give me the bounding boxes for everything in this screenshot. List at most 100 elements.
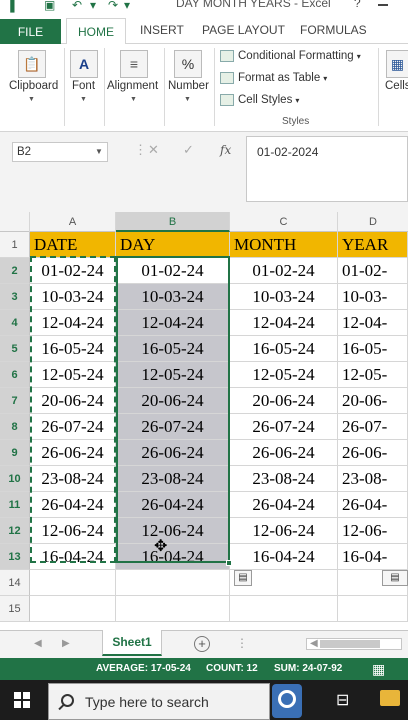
paste-icon[interactable]: 📋 xyxy=(18,50,46,78)
clipboard-group-label[interactable]: Clipboard xyxy=(9,80,58,92)
undo-icon[interactable]: ↶ xyxy=(72,0,82,12)
cell-a12[interactable]: 12-06-24 xyxy=(30,518,116,544)
cells-icon[interactable]: ▦ xyxy=(386,50,408,78)
cell-a8[interactable]: 26-07-24 xyxy=(30,414,116,440)
cell-a9[interactable]: 26-06-24 xyxy=(30,440,116,466)
cells-group-label[interactable]: Cells xyxy=(385,80,408,92)
cell-d6[interactable]: 12-05- xyxy=(338,362,408,388)
redo-icon[interactable]: ↷ xyxy=(108,0,118,12)
add-sheet-button[interactable]: + xyxy=(194,636,210,652)
cell-b1[interactable]: DAY xyxy=(116,232,230,258)
cell-d1[interactable]: YEAR xyxy=(338,232,408,258)
cell-c7[interactable]: 20-06-24 xyxy=(230,388,338,414)
cell-b14[interactable] xyxy=(116,570,230,596)
fill-handle[interactable] xyxy=(226,560,232,566)
undo-dropdown-icon[interactable]: ▾ xyxy=(90,0,96,12)
scroll-left-icon[interactable]: ◀ xyxy=(310,638,318,649)
font-icon[interactable]: A xyxy=(70,50,98,78)
cell-d10[interactable]: 23-08- xyxy=(338,466,408,492)
tab-page-layout[interactable]: PAGE LAYOUT xyxy=(202,23,285,37)
paste-options-icon[interactable]: ▤ xyxy=(234,570,252,586)
cell-a7[interactable]: 20-06-24 xyxy=(30,388,116,414)
tab-insert[interactable]: INSERT xyxy=(140,23,184,37)
name-box[interactable]: B2 xyxy=(12,142,108,162)
row-header-9[interactable]: 9 xyxy=(0,440,30,466)
taskbar-search-box[interactable]: Type here to search xyxy=(48,683,270,720)
conditional-formatting-button[interactable]: Conditional Formatting ▾ xyxy=(220,46,361,66)
row-header-2[interactable]: 2 xyxy=(0,258,30,284)
file-explorer-icon[interactable] xyxy=(380,690,400,706)
row-header-11[interactable]: 11 xyxy=(0,492,30,518)
cell-b9[interactable]: 26-06-24 xyxy=(116,440,230,466)
cell-c9[interactable]: 26-06-24 xyxy=(230,440,338,466)
cell-c12[interactable]: 12-06-24 xyxy=(230,518,338,544)
row-header-15[interactable]: 15 xyxy=(0,596,30,622)
cell-c15[interactable] xyxy=(230,596,338,622)
row-header-6[interactable]: 6 xyxy=(0,362,30,388)
cell-c4[interactable]: 12-04-24 xyxy=(230,310,338,336)
cell-c11[interactable]: 26-04-24 xyxy=(230,492,338,518)
number-group-label[interactable]: Number xyxy=(168,80,209,92)
cell-b13[interactable]: 16-04-24 xyxy=(116,544,230,570)
cell-c8[interactable]: 26-07-24 xyxy=(230,414,338,440)
cell-b10[interactable]: 23-08-24 xyxy=(116,466,230,492)
cell-d2[interactable]: 01-02- xyxy=(338,258,408,284)
quick-analysis-icon[interactable]: ▤ xyxy=(382,570,408,586)
sheet-next-icon[interactable]: ▶ xyxy=(62,638,70,649)
cell-c13[interactable]: 16-04-24 xyxy=(230,544,338,570)
cell-d4[interactable]: 12-04- xyxy=(338,310,408,336)
task-view-icon[interactable]: ⊟ xyxy=(336,690,349,710)
alignment-dropdown-icon[interactable]: ▼ xyxy=(130,96,137,103)
cell-d7[interactable]: 20-06- xyxy=(338,388,408,414)
cell-d11[interactable]: 26-04- xyxy=(338,492,408,518)
cell-d9[interactable]: 26-06- xyxy=(338,440,408,466)
tab-sheet1[interactable]: Sheet1 xyxy=(102,630,162,656)
row-header-4[interactable]: 4 xyxy=(0,310,30,336)
row-header-3[interactable]: 3 xyxy=(0,284,30,310)
clipboard-dropdown-icon[interactable]: ▼ xyxy=(28,96,35,103)
cell-b3[interactable]: 10-03-24 xyxy=(116,284,230,310)
row-header-13[interactable]: 13 xyxy=(0,544,30,570)
cell-a11[interactable]: 26-04-24 xyxy=(30,492,116,518)
cell-d12[interactable]: 12-06- xyxy=(338,518,408,544)
cell-a5[interactable]: 16-05-24 xyxy=(30,336,116,362)
name-box-dropdown-icon[interactable]: ▼ xyxy=(95,147,103,156)
cell-a2[interactable]: 01-02-24 xyxy=(30,258,116,284)
cell-d3[interactable]: 10-03- xyxy=(338,284,408,310)
cell-a4[interactable]: 12-04-24 xyxy=(30,310,116,336)
alignment-icon[interactable]: ≡ xyxy=(120,50,148,78)
tab-home[interactable]: HOME xyxy=(66,18,126,46)
help-icon[interactable]: ? xyxy=(354,0,361,10)
enter-icon[interactable]: ✓ xyxy=(183,142,194,158)
percent-icon[interactable]: % xyxy=(174,50,202,78)
cell-b8[interactable]: 26-07-24 xyxy=(116,414,230,440)
number-dropdown-icon[interactable]: ▼ xyxy=(184,96,191,103)
row-header-10[interactable]: 10 xyxy=(0,466,30,492)
cell-a6[interactable]: 12-05-24 xyxy=(30,362,116,388)
cell-b6[interactable]: 12-05-24 xyxy=(116,362,230,388)
cell-b12[interactable]: 12-06-24 xyxy=(116,518,230,544)
cell-b2[interactable]: 01-02-24 xyxy=(116,258,230,284)
cell-a3[interactable]: 10-03-24 xyxy=(30,284,116,310)
cell-c2[interactable]: 01-02-24 xyxy=(230,258,338,284)
redo-dropdown-icon[interactable]: ▾ xyxy=(124,0,130,12)
sheet-prev-icon[interactable]: ◀ xyxy=(34,638,42,649)
normal-view-icon[interactable]: ▦ xyxy=(372,661,385,678)
cell-b15[interactable] xyxy=(116,596,230,622)
cell-d13[interactable]: 16-04- xyxy=(338,544,408,570)
column-header-a[interactable]: A xyxy=(30,212,116,232)
format-as-table-button[interactable]: Format as Table ▾ xyxy=(220,68,327,88)
cell-styles-button[interactable]: Cell Styles ▾ xyxy=(220,90,299,110)
cell-a15[interactable] xyxy=(30,596,116,622)
cancel-icon[interactable]: ✕ xyxy=(148,142,159,158)
cell-b4[interactable]: 12-04-24 xyxy=(116,310,230,336)
formula-input[interactable]: 01-02-2024 xyxy=(246,136,408,202)
insert-function-icon[interactable]: fx xyxy=(220,143,231,157)
font-dropdown-icon[interactable]: ▼ xyxy=(80,96,87,103)
cell-a10[interactable]: 23-08-24 xyxy=(30,466,116,492)
cell-a1[interactable]: DATE xyxy=(30,232,116,258)
cell-c6[interactable]: 12-05-24 xyxy=(230,362,338,388)
cell-d15[interactable] xyxy=(338,596,408,622)
cell-a13[interactable]: 16-04-24 xyxy=(30,544,116,570)
cell-c1[interactable]: MONTH xyxy=(230,232,338,258)
